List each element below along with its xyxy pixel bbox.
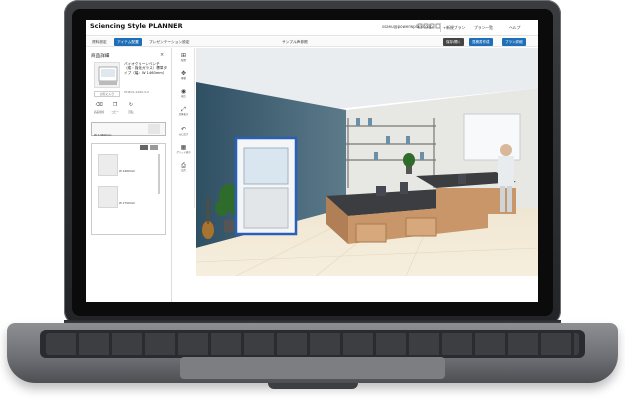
tool-output[interactable]: ⎙ 出力 <box>175 162 192 172</box>
move-icon: ✥ <box>180 70 187 77</box>
title-bar: Sciencing Style PLANNER ssaeu@powerwplan… <box>86 20 538 36</box>
lab-scene <box>196 48 538 276</box>
list-item[interactable] <box>98 186 118 208</box>
help-button[interactable]: ヘルプ <box>507 23 522 32</box>
app-title: Sciencing Style PLANNER <box>90 22 183 30</box>
tool-place[interactable]: ⊞ 配置 <box>175 52 192 62</box>
list-item-label: W 1460mm <box>119 169 136 173</box>
eye-icon: ◉ <box>180 88 187 95</box>
plan-list-button[interactable]: プラン一覧 <box>472 23 495 32</box>
fit-icon: ⤢ <box>181 106 186 113</box>
estimate-button[interactable]: 見積書作成 <box>469 38 493 46</box>
laptop-mockup: Sciencing Style PLANNER ssaeu@powerwplan… <box>0 0 625 400</box>
tool-view[interactable]: ◉ 視点 <box>175 88 192 98</box>
window <box>463 113 521 161</box>
plan-detail-button[interactable]: プラン詳細 <box>502 38 526 46</box>
plant-pot <box>224 220 234 232</box>
product-thumbnail <box>94 62 120 88</box>
app-screen: Sciencing Style PLANNER ssaeu@powerwplan… <box>86 20 538 302</box>
rotate-icon[interactable]: ↻ <box>124 102 138 108</box>
variant-label: W 1460mm <box>94 133 112 137</box>
tool-column: ⊞ 配置 ✥ 移動 ◉ 視点 ⤢ 全体表示 ↶ 元に戻す ▦ グリッド表示 ⎙ 出力 <box>172 48 195 208</box>
product-detail-panel: 商品詳細 × バイオクリーンベンチ（縦・強化ガラス）標準タイプ（幅：W 1460… <box>86 48 172 302</box>
lid-notch <box>268 383 358 389</box>
print-icon: ⎙ <box>181 162 186 169</box>
toolbar-icon-c <box>429 23 435 29</box>
tab-item-placement[interactable]: アイテム配置 <box>114 38 142 46</box>
list-item-label: W 1750mm <box>119 201 136 205</box>
tool-grid[interactable]: ▦ グリッド表示 <box>175 144 192 154</box>
nav-bar: 資料設定 アイテム配置 プレゼンテーション設定 サンプル声参照 保存/開く 見積… <box>86 37 538 47</box>
grid-view-icon[interactable] <box>150 145 158 150</box>
tab-material[interactable]: 資料設定 <box>89 38 110 46</box>
viewport-footer <box>172 276 538 302</box>
keyboard-keys <box>46 333 579 355</box>
tab-presentation[interactable]: プレゼンテーション設定 <box>146 38 193 46</box>
3d-viewport[interactable] <box>196 48 538 276</box>
tool-move[interactable]: ✥ 移動 <box>175 70 192 80</box>
delete-icon[interactable]: ⌫ <box>92 102 106 108</box>
undo-icon: ↶ <box>180 126 187 133</box>
grid-icon: ▦ <box>180 144 187 151</box>
list-view-icon[interactable] <box>140 145 148 150</box>
trackpad <box>180 357 445 379</box>
sample-reference-link[interactable]: サンプル声参照 <box>282 38 308 46</box>
variant-list: W 1460mm W 1750mm <box>91 143 166 235</box>
place-icon: ⊞ <box>180 52 187 59</box>
panel-title: 商品詳細 <box>91 54 110 59</box>
save-open-button[interactable]: 保存/開く <box>443 38 465 46</box>
delete-label: 商品削除 <box>93 111 105 114</box>
close-icon[interactable]: × <box>160 52 164 58</box>
plant-right <box>403 153 415 167</box>
tool-fit[interactable]: ⤢ 全体表示 <box>175 106 192 116</box>
product-name: バイオクリーンベンチ（縦・強化ガラス）標準タイプ（幅：W 1460mm） <box>124 62 168 75</box>
toolbar-icon-a <box>417 23 423 29</box>
favorite-button[interactable]: お気に入り <box>94 91 120 97</box>
list-item[interactable] <box>98 154 118 176</box>
product-code: ST-BCS-1460-S-Ⅱ <box>124 90 149 94</box>
list-scrollbar[interactable] <box>158 154 160 194</box>
rotate-label: 回転 <box>128 111 134 114</box>
copy-label: コピー <box>111 111 119 114</box>
toolbar-icon-b <box>423 23 429 29</box>
tool-undo[interactable]: ↶ 元に戻す <box>175 126 192 136</box>
new-plan-button[interactable]: +新規プラン <box>440 23 467 32</box>
fume-hood <box>234 136 298 236</box>
variant-thumbnail <box>148 124 160 134</box>
plant-pot-right <box>406 166 412 174</box>
copy-icon[interactable]: ❐ <box>108 102 122 108</box>
